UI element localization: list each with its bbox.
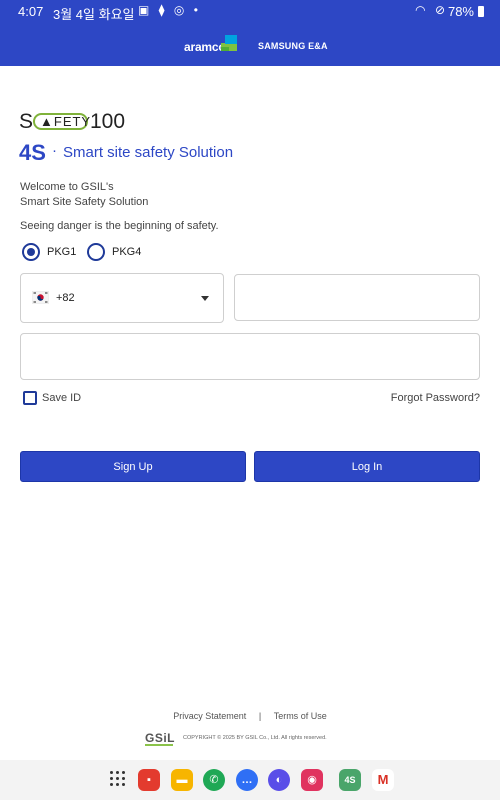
password-input[interactable] xyxy=(21,334,479,379)
terms-of-use-link[interactable]: Terms of Use xyxy=(274,711,327,721)
warning-triangle-icon: ▲ xyxy=(40,114,54,129)
messages-app-icon[interactable]: … xyxy=(236,769,258,791)
foursafety-app-icon[interactable]: 4S xyxy=(339,769,361,791)
korea-flag-icon xyxy=(32,291,49,304)
copyright-text: COPYRIGHT © 2025 BY GSIL Co., Ltd. All r… xyxy=(183,735,327,741)
log-in-button[interactable]: Log In xyxy=(254,451,480,482)
battery-icon xyxy=(478,6,484,17)
taskbar-dock: ▪ ▬ ✆ … ◐ ◉ 4S M xyxy=(0,760,500,800)
battery-percent: 78% xyxy=(447,4,474,19)
gsil-logo-text: GSiL xyxy=(145,731,176,745)
chevron-down-icon[interactable] xyxy=(201,296,209,301)
phone-number-input[interactable] xyxy=(235,275,479,320)
country-code-select[interactable]: +82 xyxy=(20,273,224,323)
status-bar: 4:07 3월 4일 화요일 ▣ ⧫ ◎ • ◠ ⊘ 78% xyxy=(0,0,500,22)
logo-s: S xyxy=(19,110,34,133)
brand-row: aramco SAMSUNG E&A xyxy=(0,34,500,58)
forgot-password-link[interactable]: Forgot Password? xyxy=(391,392,480,404)
samsung-logo-text: SAMSUNG E&A xyxy=(258,41,328,51)
status-time: 4:07 xyxy=(18,4,44,19)
country-code-value: +82 xyxy=(56,292,75,304)
welcome-line-2: Smart Site Safety Solution xyxy=(20,196,149,208)
copyright-row: GSiL COPYRIGHT © 2025 BY GSIL Co., Ltd. … xyxy=(145,731,365,747)
system-icons: ◠ ⊘ xyxy=(415,3,448,17)
app-header: 4:07 3월 4일 화요일 ▣ ⧫ ◎ • ◠ ⊘ 78% aramco SA… xyxy=(0,0,500,66)
welcome-line-1: Welcome to GSIL's xyxy=(20,181,114,193)
password-field[interactable] xyxy=(20,333,480,380)
radio-button-icon[interactable] xyxy=(87,243,105,261)
camera-app-icon[interactable]: ◉ xyxy=(301,769,323,791)
motto-text: Seeing danger is the beginning of safety… xyxy=(20,220,219,232)
radio-label-pkg4: PKG4 xyxy=(112,246,142,258)
logo-number: 100 xyxy=(90,110,126,133)
app-drawer-icon[interactable] xyxy=(110,771,126,787)
logo-pill-text: FETY xyxy=(53,114,92,129)
radio-label-pkg1: PKG1 xyxy=(47,246,77,258)
phone-app-icon[interactable]: ✆ xyxy=(203,769,225,791)
sign-up-button[interactable]: Sign Up xyxy=(20,451,246,482)
aramco-mark-icon xyxy=(221,35,237,51)
checkbox-icon[interactable] xyxy=(23,391,37,405)
footer-separator: | xyxy=(258,711,262,721)
status-date: 3월 4일 화요일 xyxy=(53,7,135,22)
notes-app-icon[interactable]: ▪ xyxy=(138,769,160,791)
footer-links: Privacy Statement | Terms of Use xyxy=(0,711,500,721)
tagline-dot: · xyxy=(52,142,57,159)
gsil-logo-underline xyxy=(145,744,173,746)
welcome-text: Welcome to GSIL's Smart Site Safety Solu… xyxy=(20,180,148,210)
aramco-logo-text: aramco xyxy=(184,40,226,54)
phone-number-field[interactable] xyxy=(234,274,480,321)
internet-app-icon[interactable]: ◐ xyxy=(268,769,290,791)
privacy-statement-link[interactable]: Privacy Statement xyxy=(173,711,246,721)
tagline-4s: 4S xyxy=(19,140,46,165)
files-app-icon[interactable]: ▬ xyxy=(171,769,193,791)
tagline-text: Smart site safety Solution xyxy=(63,144,234,161)
notification-icons: ▣ ⧫ ◎ • xyxy=(138,3,201,17)
logo-pill: ▲FETY xyxy=(33,113,92,130)
radio-button-icon[interactable] xyxy=(22,243,40,261)
save-id-label: Save ID xyxy=(42,392,82,404)
gmail-app-icon[interactable]: M xyxy=(372,769,394,791)
